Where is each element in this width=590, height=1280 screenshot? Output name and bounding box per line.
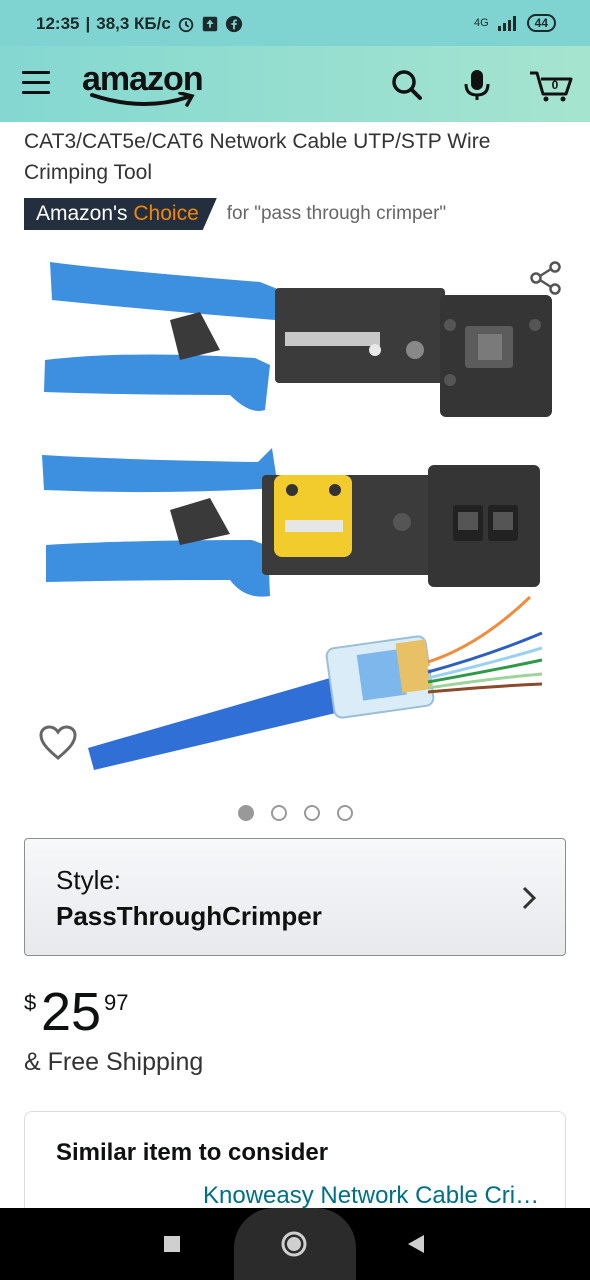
- recents-icon[interactable]: [163, 1235, 181, 1253]
- rj45-connector-and-cable: [88, 595, 543, 770]
- free-shipping-text: & Free Shipping: [24, 1048, 204, 1076]
- status-left: 12:35 | 38,3 КБ/с: [36, 14, 243, 34]
- carousel-dot[interactable]: [303, 805, 320, 821]
- svg-text:0: 0: [552, 78, 559, 92]
- style-value: PassThroughCrimper: [56, 901, 322, 931]
- status-time: 12:35: [36, 14, 80, 33]
- similar-item-link[interactable]: Knoweasy Network Cable Crimper: [203, 1182, 543, 1210]
- status-bar: 12:35 | 38,3 КБ/с 4G 44: [0, 0, 590, 46]
- cart-icon[interactable]: 0: [528, 68, 574, 102]
- carousel-dot[interactable]: [270, 805, 287, 821]
- amazons-choice-row: Amazon's Choice for "pass through crimpe…: [24, 198, 446, 230]
- amazon-logo[interactable]: amazon: [82, 62, 212, 110]
- home-icon[interactable]: [280, 1230, 308, 1258]
- badge-highlight: Choice: [133, 202, 199, 225]
- battery-indicator: 44: [526, 14, 556, 32]
- share-icon[interactable]: [528, 260, 564, 296]
- menu-icon[interactable]: [22, 71, 50, 95]
- signal-icon: [497, 16, 516, 31]
- crimper-tool-bottom: [42, 448, 540, 597]
- carousel-dot[interactable]: [237, 805, 254, 821]
- alarm-icon: [178, 17, 194, 33]
- badge-prefix: Amazon's: [36, 202, 128, 225]
- logo-text: amazon: [82, 60, 204, 98]
- similar-item-title: Similar item to consider: [56, 1139, 329, 1166]
- price-whole: 25: [41, 982, 102, 1042]
- badge-query: for "pass through crimper": [226, 203, 447, 224]
- status-speed: 38,3 КБ/с: [96, 14, 171, 33]
- carousel-dot[interactable]: [336, 805, 353, 821]
- logo-smile-icon: [90, 92, 195, 107]
- style-selector[interactable]: Style: PassThroughCrimper: [24, 838, 566, 956]
- microphone-icon[interactable]: [460, 68, 494, 102]
- product-title: CAT3/CAT5e/CAT6 Network Cable UTP/STP Wi…: [24, 130, 491, 184]
- status-right: 4G 44: [474, 14, 556, 32]
- style-label: Style:: [56, 865, 122, 895]
- app-header: amazon 0: [0, 46, 590, 122]
- upload-icon: [202, 16, 218, 32]
- price-fraction: 97: [104, 990, 129, 1015]
- chevron-right-icon: [522, 886, 537, 910]
- similar-item-card: Similar item to consider Knoweasy Networ…: [24, 1111, 566, 1221]
- wishlist-heart-icon[interactable]: [38, 724, 78, 762]
- price-symbol: $: [24, 990, 37, 1015]
- status-separator: |: [85, 14, 91, 33]
- system-navigation-bar: [0, 1208, 590, 1280]
- back-icon[interactable]: [406, 1234, 426, 1254]
- product-image[interactable]: [30, 250, 560, 780]
- image-carousel-dots: [0, 805, 590, 821]
- network-type: 4G: [473, 17, 489, 29]
- amazons-choice-badge: Amazon's Choice: [24, 198, 217, 230]
- search-icon[interactable]: [390, 68, 424, 102]
- crimper-tool-top: [44, 262, 552, 417]
- facebook-icon: [225, 15, 242, 33]
